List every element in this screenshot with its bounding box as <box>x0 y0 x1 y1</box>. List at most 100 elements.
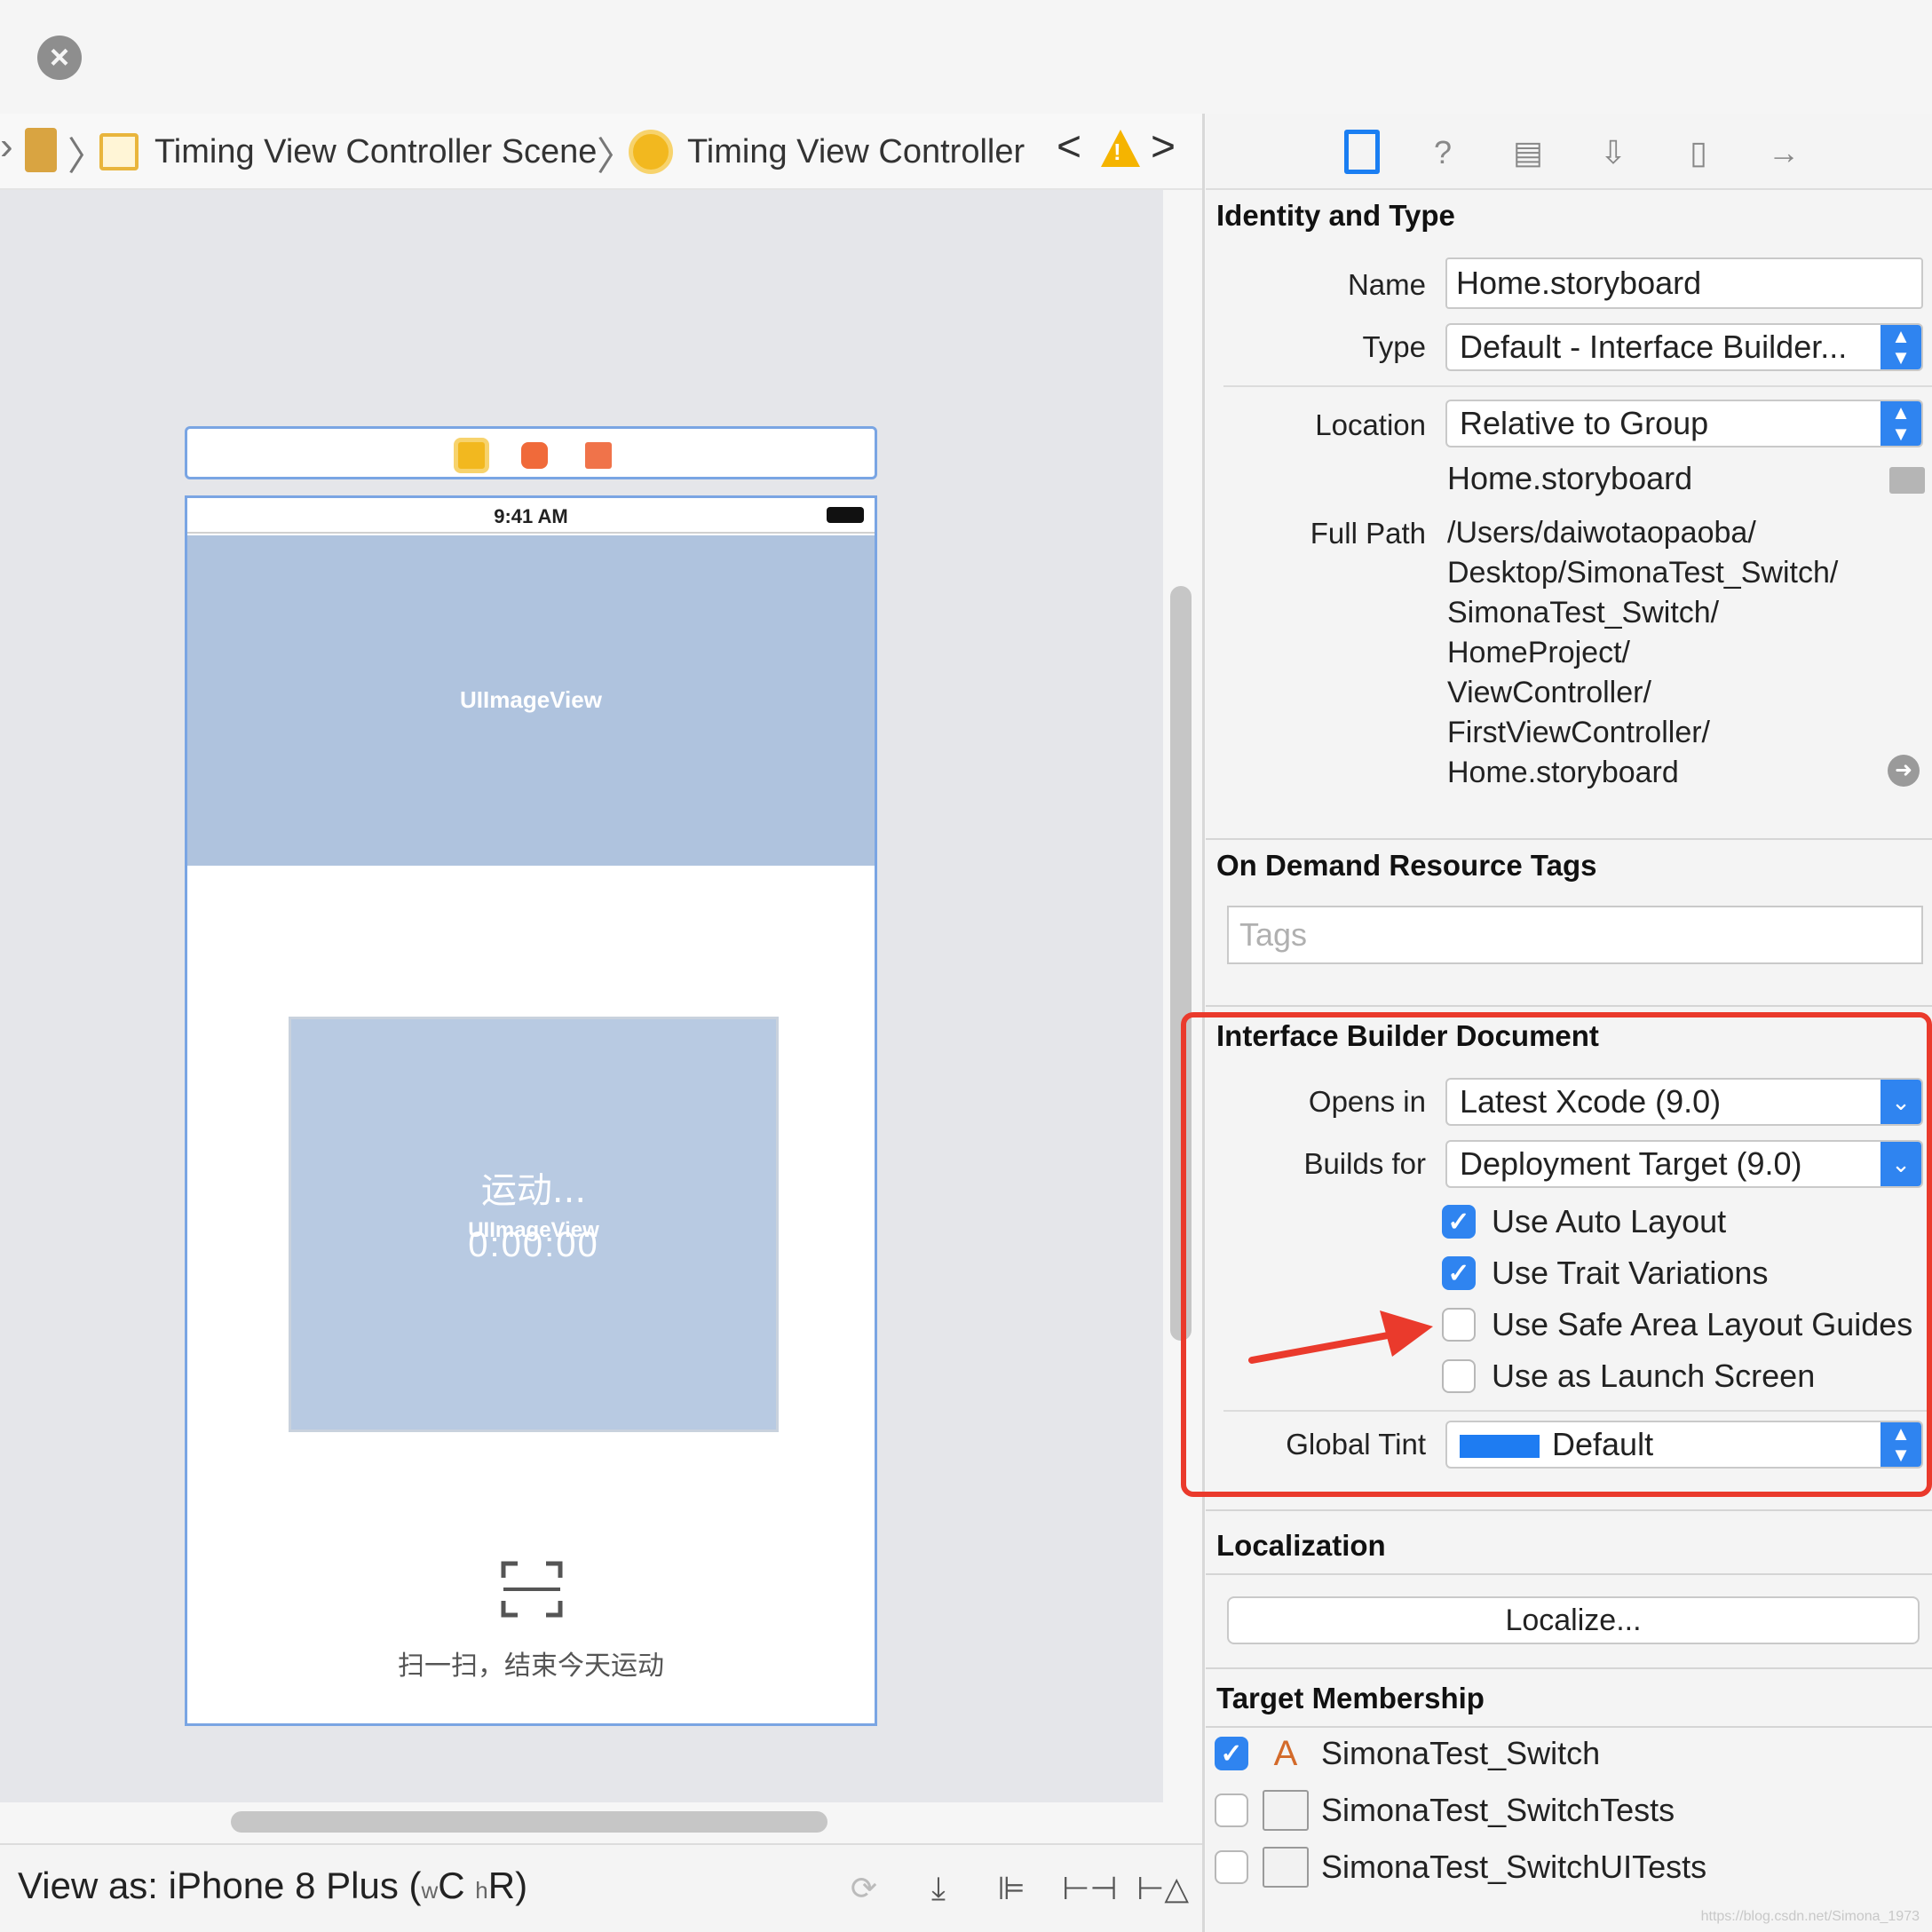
view-controller-icon <box>629 130 673 174</box>
exit-icon[interactable] <box>585 442 612 469</box>
view-as-prefix: View as: iPhone 8 Plus ( <box>18 1865 422 1906</box>
view-controller-icon[interactable] <box>454 438 489 473</box>
checkbox-unchecked-icon[interactable] <box>1215 1793 1248 1827</box>
horizontal-scrollbar[interactable] <box>231 1811 827 1833</box>
status-bar: 9:41 AM <box>187 498 875 534</box>
divider <box>1206 838 1932 840</box>
folder-icon[interactable] <box>1889 467 1925 494</box>
chevron-right-icon: › <box>0 124 13 168</box>
image-view-label: UIImageView <box>460 686 602 713</box>
test-bundle-icon <box>1263 1790 1309 1831</box>
previous-issue-button[interactable]: < <box>1057 123 1081 171</box>
warning-mark: ! <box>1113 139 1121 165</box>
identity-inspector-icon[interactable]: ▤ <box>1506 128 1550 178</box>
inspector-tabs: ? ▤ ⇩ ▯ → <box>1206 114 1932 190</box>
name-field[interactable]: Home.storyboard <box>1445 257 1923 309</box>
full-path-line: /Users/daiwotaopaoba/ <box>1447 516 1756 550</box>
checkbox-unchecked-icon[interactable] <box>1215 1850 1248 1884</box>
file-inspector-icon[interactable] <box>1344 130 1380 174</box>
full-path-value: /Users/daiwotaopaoba/ Desktop/SimonaTest… <box>1447 513 1838 793</box>
embed-in-stack-icon[interactable]: ⤓ <box>915 1870 962 1909</box>
activity-image-view[interactable]: 运动... 0:00:00 UIImageView <box>289 1017 779 1432</box>
reveal-in-finder-icon[interactable]: ➜ <box>1888 755 1920 787</box>
resolve-issues-icon[interactable]: ⊢△ <box>1136 1870 1189 1909</box>
next-issue-button[interactable]: > <box>1151 123 1176 171</box>
divider <box>1206 1573 1932 1575</box>
jump-bar: › 〉 Timing View Controller Scene 〉 Timin… <box>0 114 1204 190</box>
target-name: SimonaTest_SwitchUITests <box>1321 1849 1707 1885</box>
divider <box>1206 1726 1932 1728</box>
view-as-suffix: ) <box>515 1865 528 1906</box>
full-path-line: Home.storyboard <box>1447 756 1679 789</box>
full-path-label: Full Path <box>1310 517 1426 550</box>
full-path-line: ViewController/ <box>1447 676 1651 709</box>
add-constraints-icon[interactable]: ⊢⊣ <box>1062 1870 1118 1909</box>
connections-inspector-icon[interactable]: → <box>1762 128 1806 178</box>
activity-status-label: 运动... <box>480 1170 587 1211</box>
popup-arrows-icon: ▲ ▼ <box>1881 325 1921 369</box>
attributes-inspector-icon[interactable]: ⇩ <box>1591 128 1635 178</box>
update-frames-icon[interactable]: ⟳ <box>840 1870 888 1909</box>
align-icon[interactable]: ⊫ <box>987 1870 1035 1909</box>
full-path-line: SimonaTest_Switch/ <box>1447 596 1720 629</box>
battery-icon <box>827 507 864 523</box>
scan-hint-label: 扫一扫，结束今天运动 <box>398 1651 664 1682</box>
divider <box>1206 1005 1932 1007</box>
full-path-line: Desktop/SimonaTest_Switch/ <box>1447 556 1839 590</box>
window-title-bar: × <box>0 0 1932 114</box>
location-value: Relative to Group <box>1460 405 1709 441</box>
close-icon[interactable]: × <box>37 36 82 80</box>
target-name: SimonaTest_Switch <box>1321 1735 1601 1771</box>
localization-section-title: Localization <box>1216 1529 1386 1562</box>
test-bundle-icon <box>1263 1847 1309 1888</box>
breadcrumb-scene-label: Timing View Controller Scene <box>154 132 598 170</box>
breadcrumb-controller[interactable]: Timing View Controller <box>629 128 1025 176</box>
target-row[interactable]: ✓ A SimonaTest_Switch <box>1215 1731 1600 1776</box>
divider <box>1206 1509 1932 1511</box>
full-path-line: HomeProject/ <box>1447 636 1630 669</box>
type-popup[interactable]: Default - Interface Builder... ▲ ▼ <box>1445 323 1923 371</box>
highlight-box <box>1181 1012 1932 1497</box>
watermark: https://blog.csdn.net/Simona_1973 <box>1700 1909 1920 1924</box>
location-popup[interactable]: Relative to Group ▲ ▼ <box>1445 400 1923 447</box>
width-class-prefix: w <box>421 1877 439 1904</box>
first-responder-icon[interactable] <box>521 442 548 469</box>
identity-section-title: Identity and Type <box>1216 199 1455 232</box>
status-time: 9:41 AM <box>494 505 568 527</box>
breadcrumb-controller-label: Timing View Controller <box>687 132 1025 170</box>
height-class: R <box>487 1865 516 1906</box>
file-name-value: Home.storyboard <box>1447 460 1693 496</box>
phone-view[interactable]: 9:41 AM UIImageView 运动... 0:00:00 UIImag… <box>185 495 877 1726</box>
type-label: Type <box>1362 330 1426 363</box>
divider <box>1223 385 1932 387</box>
scene-dock <box>185 426 877 479</box>
quick-help-icon[interactable]: ? <box>1421 128 1465 178</box>
breadcrumb-scene[interactable]: Timing View Controller Scene <box>99 128 597 176</box>
full-path-line: FirstViewController/ <box>1447 716 1711 749</box>
size-inspector-icon[interactable]: ▯ <box>1676 128 1721 178</box>
annotation-arrow-icon <box>1248 1310 1433 1364</box>
width-class: C <box>438 1865 465 1906</box>
checkbox-checked-icon[interactable]: ✓ <box>1215 1737 1248 1770</box>
localize-button[interactable]: Localize... <box>1227 1596 1920 1644</box>
storyboard-file-icon[interactable] <box>25 128 57 172</box>
scan-icon[interactable] <box>500 1560 564 1619</box>
top-image-view[interactable]: UIImageView <box>187 535 875 866</box>
view-as-device-button[interactable]: View as: iPhone 8 Plus (wC hR) <box>18 1865 527 1907</box>
target-row[interactable]: SimonaTest_SwitchUITests <box>1215 1845 1706 1889</box>
canvas-bottom-bar: View as: iPhone 8 Plus (wC hR) ⟳ ⤓ ⊫ ⊢⊣ … <box>0 1843 1204 1932</box>
location-label: Location <box>1315 408 1426 441</box>
target-name: SimonaTest_SwitchTests <box>1321 1792 1675 1828</box>
name-label: Name <box>1347 268 1426 301</box>
image-view-label: UIImageView <box>468 1218 599 1242</box>
target-row[interactable]: SimonaTest_SwitchTests <box>1215 1788 1675 1833</box>
height-class-prefix: h <box>475 1877 488 1904</box>
divider <box>1206 1667 1932 1669</box>
tags-input[interactable]: Tags <box>1227 906 1923 964</box>
scene-icon <box>99 133 139 170</box>
app-target-icon: A <box>1273 1734 1298 1773</box>
type-value: Default - Interface Builder... <box>1460 329 1848 365</box>
target-membership-section-title: Target Membership <box>1216 1682 1485 1714</box>
odr-section-title: On Demand Resource Tags <box>1216 849 1597 882</box>
popup-arrows-icon: ▲ ▼ <box>1881 401 1921 446</box>
